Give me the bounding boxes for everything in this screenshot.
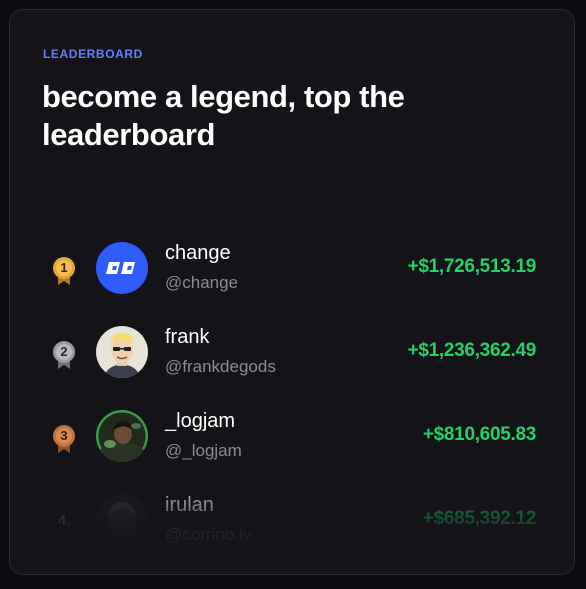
rank-badge: 1 [50, 254, 78, 285]
profit-amount: +$1,726,513.19 [407, 256, 537, 277]
user-handle[interactable]: @frankdegods [165, 357, 276, 377]
user-name[interactable]: irulan [165, 494, 214, 517]
leaderboard-card: LEADERBOARD become a legend, top the lea… [9, 9, 575, 575]
user-name[interactable]: change [165, 242, 231, 265]
user-handle[interactable]: @corrino.iv [165, 525, 251, 545]
rank-number: 4. [58, 512, 71, 529]
rank-number: 2 [60, 344, 68, 359]
leaderboard-row-3[interactable]: 3 _logjam @_logjam +$810,605.83 [10, 400, 574, 470]
rank-number: 3 [60, 428, 68, 443]
page-title: become a legend, top the leaderboard [42, 79, 405, 152]
avatar[interactable] [96, 242, 148, 294]
cartoon-avatar-icon [96, 326, 148, 378]
rank-badge: 3 [50, 422, 78, 453]
avatar[interactable] [96, 494, 148, 546]
avatar[interactable] [96, 410, 148, 462]
photo-avatar-icon [96, 494, 148, 546]
rank-badge: 2 [50, 338, 78, 369]
change-logo-icon [96, 242, 148, 294]
profit-amount: +$810,605.83 [422, 424, 536, 445]
leaderboard-row-2[interactable]: 2 frank @frankdegods +$1,236,362.49 [10, 316, 574, 386]
profit-amount: +$685,392.12 [422, 508, 536, 529]
leaderboard-row-4[interactable]: 4. irulan @corrino.iv +$685,392.12 [10, 484, 574, 554]
user-handle[interactable]: @_logjam [165, 441, 242, 461]
user-handle[interactable]: @change [165, 273, 238, 293]
user-name[interactable]: frank [165, 326, 209, 349]
photo-avatar-icon [96, 410, 148, 462]
profit-amount: +$1,236,362.49 [407, 340, 537, 361]
rank-number: 1 [60, 260, 68, 275]
user-name[interactable]: _logjam [165, 410, 235, 433]
avatar[interactable] [96, 326, 148, 378]
section-label: LEADERBOARD [43, 47, 143, 61]
leaderboard-row-1[interactable]: 1 change @change +$1,726,513.19 [10, 232, 574, 302]
